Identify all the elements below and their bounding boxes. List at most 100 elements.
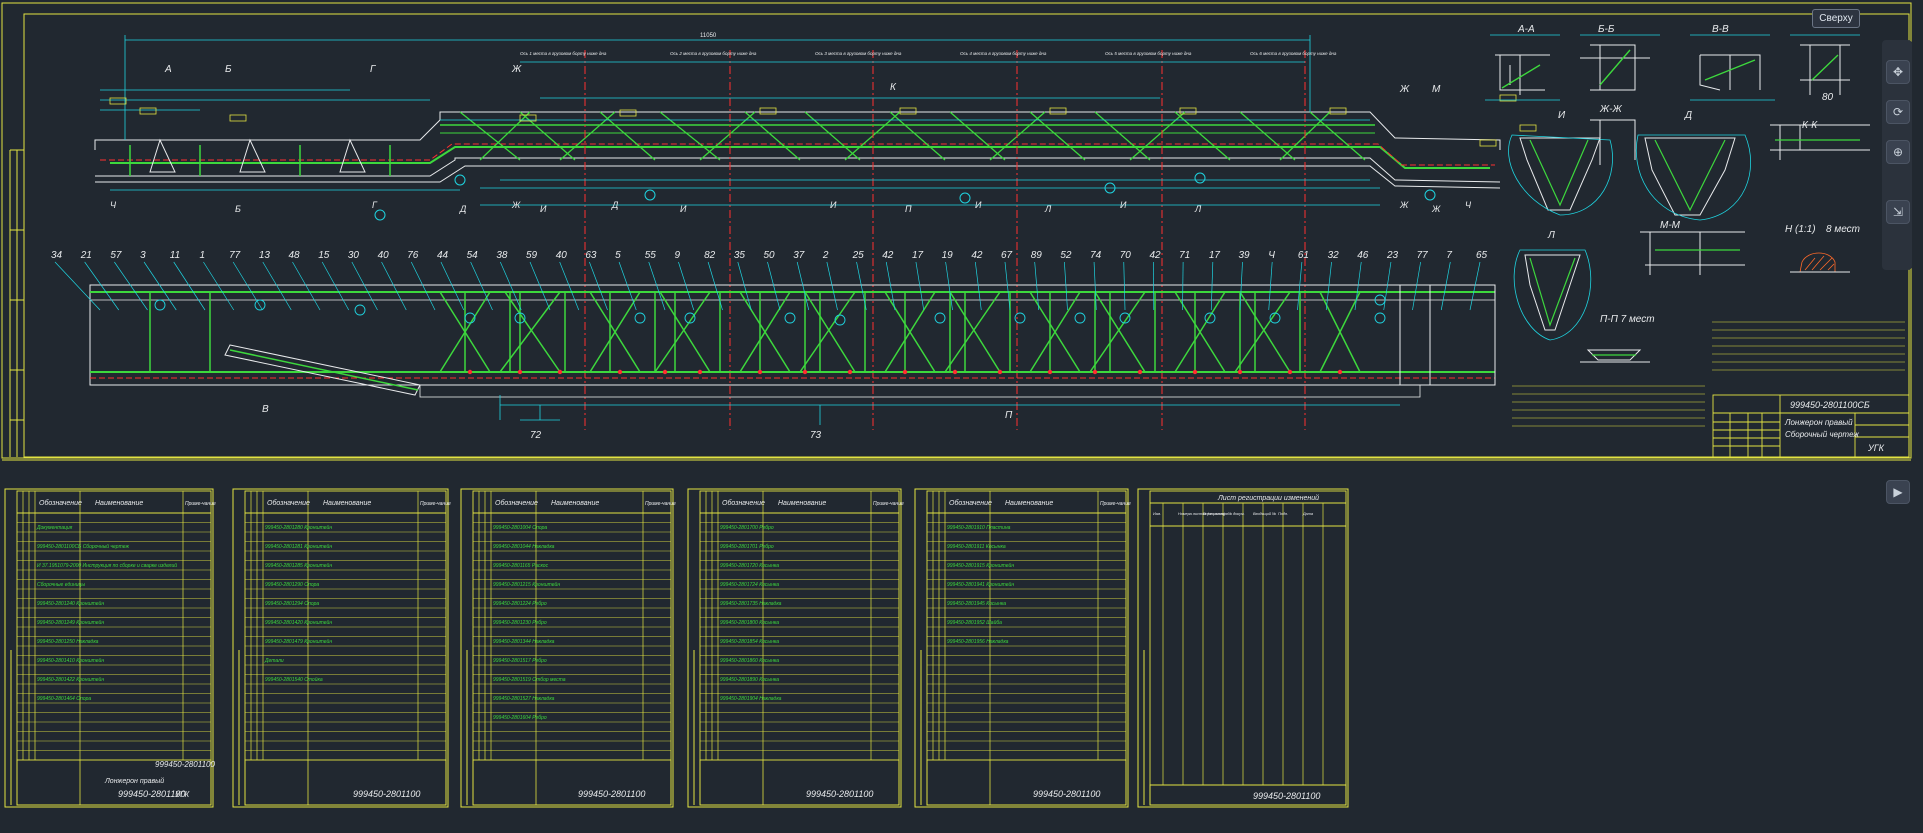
spec-row[interactable]: 999450-2801517 Ребро xyxy=(493,658,547,664)
nav-icon[interactable]: ⇲ xyxy=(1886,200,1910,224)
spec-row[interactable]: 999450-2801044 Накладка xyxy=(493,544,555,550)
spec-row[interactable]: 999450-2801410 Кронштейн xyxy=(37,657,104,664)
view-cube[interactable]: Сверху xyxy=(1812,9,1860,28)
main-sheet-outer-frame xyxy=(2,3,1911,458)
spec-row[interactable]: 999450-2801420 Кронштейн xyxy=(265,619,332,626)
zoom-icon[interactable]: ⊕ xyxy=(1886,140,1910,164)
spec-sheet: ОбозначениеНаименованиеПриме-чание999450… xyxy=(688,489,904,807)
spec-row[interactable]: 999450-2801720 Косынка xyxy=(720,563,779,569)
spec-row[interactable]: 999450-2801479 Кронштейн xyxy=(265,638,332,645)
spec-row[interactable]: И 37.1951079-2000 Инструкция по сборке и… xyxy=(37,562,177,569)
spec-row[interactable]: 999450-2801860 Косынка xyxy=(720,658,779,664)
leader-line xyxy=(946,262,953,310)
spec-row[interactable]: 999450-2801701 Ребро xyxy=(720,544,774,550)
section-letters-top: АБГЖКЖМ xyxy=(164,64,1441,95)
position-number: 65 xyxy=(1476,250,1488,261)
spec-row[interactable]: 999450-2801004 Опора xyxy=(493,525,547,531)
leader-line xyxy=(738,262,751,310)
spec-row[interactable]: 999450-2801540 Стойка xyxy=(265,676,323,683)
position-number: 54 xyxy=(467,250,479,261)
spec-row[interactable]: Документация xyxy=(36,525,73,531)
section-label: Л xyxy=(1547,230,1555,241)
leader-line xyxy=(1240,262,1243,310)
spec-row[interactable]: 999450-2801215 Кронштейн xyxy=(493,581,560,588)
spec-row[interactable]: 999450-2801240 Кронштейн xyxy=(37,600,104,607)
section-labels: А-АБ-БВ-ВГ-ГИЖ-ЖДК-К80М-МН (1:1)8 местЛП… xyxy=(1517,14,1860,325)
spec-row[interactable]: 999450-2801464 Опора xyxy=(37,696,91,702)
leader-line xyxy=(708,262,722,310)
section-letter: Ж xyxy=(1431,204,1441,214)
spec-row[interactable]: 999450-2801724 Косынка xyxy=(720,582,779,588)
spec-row[interactable]: 999450-2801945 Косынка xyxy=(947,601,1006,607)
spec-row[interactable]: 999450-2801281 Кронштейн xyxy=(265,543,332,550)
position-number: 11 xyxy=(170,250,180,261)
upper-beam-view xyxy=(95,112,1500,220)
section-letter: И xyxy=(1120,200,1127,210)
spec-row[interactable]: 999450-2801910 Пластина xyxy=(947,525,1011,531)
spec-row[interactable]: 999450-2801854 Косынка xyxy=(720,639,779,645)
spec-row[interactable]: 999450-2801165 Раскос xyxy=(493,563,549,569)
spec-row[interactable]: 999450-2801230 Ребро xyxy=(493,620,547,626)
weld-labels xyxy=(110,95,1536,146)
spec-row[interactable]: 999450-2801100СБ Сборочный чертеж xyxy=(37,543,129,550)
spec-row[interactable]: 999450-2801911 Косынка xyxy=(947,544,1006,550)
section-letter: Ж xyxy=(1399,84,1410,95)
position-number: 42 xyxy=(882,250,894,261)
column-header: № докум. xyxy=(1228,512,1245,516)
spec-row[interactable]: 999450-2801224 Ребро xyxy=(493,601,547,607)
position-number: 32 xyxy=(1328,250,1340,261)
spec-row[interactable]: 999450-2801952 Шайба xyxy=(947,619,1002,626)
spec-row[interactable]: Детали xyxy=(264,658,284,664)
spec-row[interactable]: 999450-2801941 Кронштейн xyxy=(947,581,1014,588)
column-header: Приме-чание xyxy=(185,501,216,507)
footer-name: Лонжерон правый xyxy=(104,777,164,785)
spec-row[interactable]: 999450-2801290 Опора xyxy=(265,582,319,588)
spec-row[interactable]: 999450-2801249 Кронштейн xyxy=(37,619,104,626)
column-header: Обозначение xyxy=(949,499,992,507)
main-doc-number: 999450-2801100СБ xyxy=(1790,400,1870,410)
chord-label: Ось 1 места в грузовом борту ниже дна xyxy=(520,51,607,56)
chord-label: Ось 6 места в грузовом борту ниже дна xyxy=(1250,51,1337,56)
spec-row[interactable]: 999450-2801250 Накладка xyxy=(37,639,99,645)
leader-line xyxy=(1384,262,1391,310)
spec-row[interactable]: 999450-2801294 Опора xyxy=(265,601,319,607)
spec-row[interactable]: 999450-2801915 Кронштейн xyxy=(947,562,1014,569)
section-letter: Ж xyxy=(511,200,521,210)
spec-row[interactable]: 999450-2801344 Накладка xyxy=(493,639,555,645)
chord-label: Ось 4 места в грузовом борту ниже дна xyxy=(960,51,1047,56)
chord-label: Ось 5 места в грузовом борту ниже дна xyxy=(1105,51,1192,56)
leader-line xyxy=(857,262,867,310)
spec-row[interactable]: 999450-2801735 Накладка xyxy=(720,601,782,607)
spec-row[interactable]: 999450-2801904 Накладка xyxy=(720,696,782,702)
orbit-icon[interactable]: ⟳ xyxy=(1886,100,1910,124)
spec-row[interactable]: 999450-2801527 Накладка xyxy=(493,696,555,702)
spec-row[interactable]: 999450-2801890 Косынка xyxy=(720,677,779,683)
leader-line xyxy=(1183,262,1184,310)
spec-row[interactable]: 999450-2801280 Кронштейн xyxy=(265,524,332,531)
position-number: 44 xyxy=(437,250,449,261)
spec-row[interactable]: 999450-2801604 Ребро xyxy=(493,715,547,721)
spec-row[interactable]: 999450-2801956 Накладка xyxy=(947,639,1009,645)
spec-row[interactable]: 999450-2801285 Кронштейн xyxy=(265,562,332,569)
position-number: 50 xyxy=(764,250,776,261)
play-icon[interactable]: ▶ xyxy=(1886,480,1910,504)
drawing-canvas[interactable]: ОбозначениеНаименованиеПриме-чаниеДокуме… xyxy=(0,0,1923,828)
pan-icon[interactable]: ✥ xyxy=(1886,60,1910,84)
column-header: Обозначение xyxy=(495,499,538,507)
leader-line xyxy=(174,262,205,310)
leader-line xyxy=(589,262,607,310)
section-views xyxy=(1485,35,1870,362)
footer-doc-number: 999450-2801100 xyxy=(578,789,645,799)
spec-row[interactable]: 999450-2801422 Кронштейн xyxy=(37,676,104,683)
footer-org: УГК xyxy=(174,790,190,799)
position-number: 89 xyxy=(1031,250,1043,261)
position-number: 74 xyxy=(1090,250,1102,261)
spec-row[interactable]: 999450-2801519 Отбор места xyxy=(493,677,566,683)
leader-line xyxy=(678,262,693,310)
spec-row[interactable]: Сборочные единицы xyxy=(37,582,85,588)
section-i-shape xyxy=(1520,138,1600,210)
spec-row[interactable]: 999450-2801800 Косынка xyxy=(720,620,779,626)
bottom-letters: ВП xyxy=(262,404,1013,421)
spec-row[interactable]: 999450-2801700 Ребро xyxy=(720,525,774,531)
position-number: 23 xyxy=(1386,250,1399,261)
